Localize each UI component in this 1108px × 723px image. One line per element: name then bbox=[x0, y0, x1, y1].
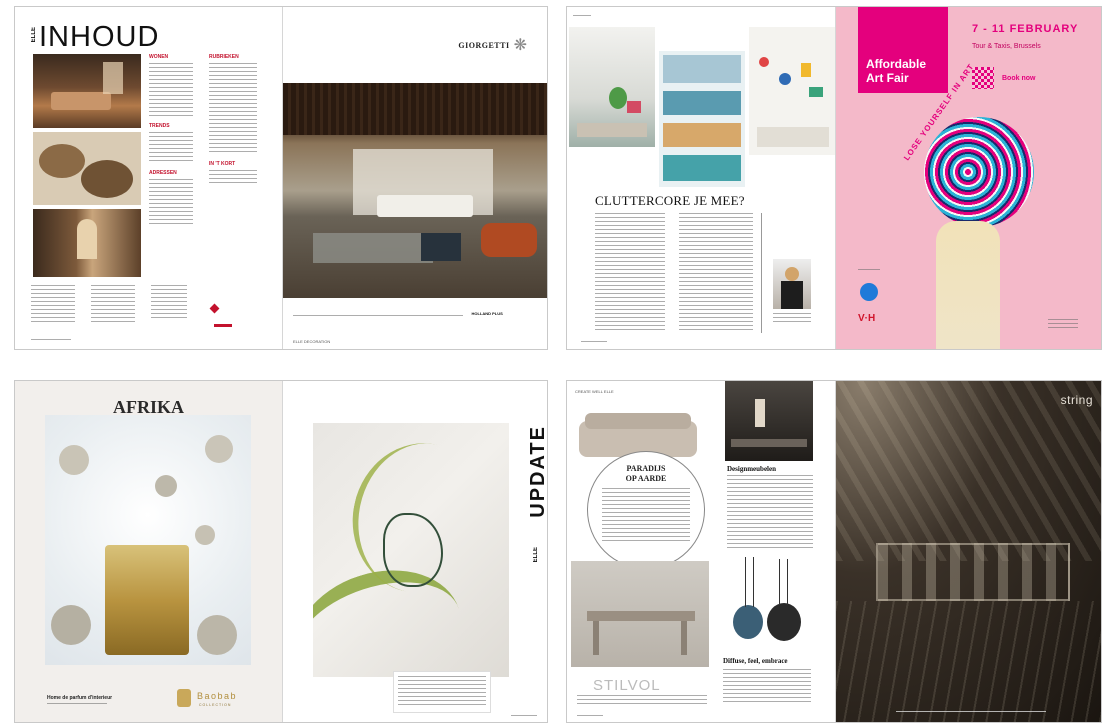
inhoud-page: ELLE INHOUD WONEN TRENDS ADRESSEN RUBRIE… bbox=[15, 7, 282, 349]
aaf-venue: Tour & Taxis, Brussels bbox=[972, 43, 1041, 50]
update-brand: ELLE bbox=[533, 547, 539, 563]
update-page: UPDATE ELLE bbox=[283, 381, 548, 722]
branches-foreground bbox=[836, 601, 1101, 722]
diffuser-photo bbox=[719, 557, 813, 653]
designmeubelen-title: Designmeubelen bbox=[727, 465, 776, 473]
ad-footer: ELLE DECORATION bbox=[293, 339, 331, 344]
giorgetti-ad-page: GIORGETTI ❋ HOLLAND PLUS ELLE DECORATION bbox=[283, 7, 547, 349]
spread-update[interactable]: AFRIKA Home de parfum d'interieur Baobab… bbox=[14, 380, 548, 723]
spread-string[interactable]: CREATE WELL ELLE PARADIJS OP AARDE Desig… bbox=[566, 380, 1102, 723]
publisher-logo bbox=[209, 299, 241, 328]
baobab-tagline: Home de parfum d'interieur bbox=[47, 695, 113, 701]
article-text-col1 bbox=[595, 213, 665, 331]
affordable-art-fair-ad: Affordable Art Fair 7 - 11 FEBRUARY Tour… bbox=[836, 7, 1101, 349]
baobab-ad-page: AFRIKA Home de parfum d'interieur Baobab… bbox=[15, 381, 282, 722]
update-title: UPDATE bbox=[527, 425, 548, 518]
inhoud-title: INHOUD bbox=[39, 21, 160, 53]
baobab-brand: Baobab bbox=[197, 691, 238, 701]
cluttercore-headline: CLUTTERCORE JE MEE? bbox=[595, 193, 745, 208]
dining-table-photo bbox=[571, 561, 709, 667]
section-adressen: ADRESSEN bbox=[149, 170, 177, 176]
snowflake-icon: ❋ bbox=[513, 37, 527, 54]
paradijs-circle: PARADIJS OP AARDE bbox=[587, 451, 705, 569]
book-now-button[interactable]: Book now bbox=[1002, 75, 1035, 82]
partner-logo-blue bbox=[860, 283, 878, 301]
shelving-letters-shape bbox=[876, 543, 1070, 601]
spiral-artwork bbox=[924, 117, 1034, 227]
tables-photo bbox=[33, 132, 141, 205]
section-label: CREATE WELL ELLE bbox=[575, 389, 614, 394]
interior-arch-photo bbox=[33, 209, 141, 277]
light-rays bbox=[836, 381, 1101, 561]
baobab-brand-sub: COLLECTION bbox=[199, 703, 232, 707]
cluttercore-page: CLUTTERCORE JE MEE? bbox=[567, 7, 835, 349]
shelves-photo bbox=[659, 51, 745, 187]
colophon-text-2 bbox=[91, 285, 135, 325]
colophon-text bbox=[31, 285, 75, 325]
section-in-t-kort: IN 'T KORT bbox=[209, 161, 236, 167]
stilvol-title: STILVOL bbox=[593, 677, 661, 694]
aaf-logo-box: Affordable Art Fair bbox=[858, 7, 948, 93]
ad-caption-line: HOLLAND PLUS bbox=[293, 302, 539, 317]
artwork-holder-figure bbox=[936, 221, 1000, 349]
aaf-dates: 7 - 11 FEBRUARY bbox=[972, 23, 1079, 35]
designmeubelen-text bbox=[727, 475, 813, 549]
partner-logo-vh: V·H bbox=[858, 313, 876, 324]
author-portrait bbox=[773, 259, 811, 309]
section-trends: TRENDS bbox=[149, 123, 170, 129]
spread-cluttercore[interactable]: CLUTTERCORE JE MEE? Affordable Art Fair … bbox=[566, 6, 1102, 350]
living-room-photo bbox=[33, 54, 141, 128]
pegboard-photo bbox=[749, 27, 835, 155]
string-ad-page: string bbox=[836, 381, 1101, 722]
diffuse-title: Diffuse, feel, embrace bbox=[723, 657, 788, 665]
spread-inhoud[interactable]: ELLE INHOUD WONEN TRENDS ADRESSEN RUBRIE… bbox=[14, 6, 548, 350]
baobab-emblem-icon bbox=[177, 689, 191, 707]
giorgetti-logo: GIORGETTI ❋ bbox=[458, 37, 527, 54]
qr-code-icon bbox=[972, 67, 994, 89]
colorful-room-photo bbox=[569, 27, 655, 147]
update-caption-box bbox=[393, 671, 491, 713]
elle-vertical-label: ELLE bbox=[31, 27, 37, 43]
fireplace-photo bbox=[725, 381, 813, 461]
section-wonen: WONEN bbox=[149, 54, 169, 60]
candle-bubbles-photo bbox=[45, 415, 251, 665]
article-text-col2 bbox=[679, 213, 753, 331]
page-footer-left bbox=[31, 339, 71, 341]
design-furniture-page: CREATE WELL ELLE PARADIJS OP AARDE Desig… bbox=[567, 381, 835, 722]
giorgetti-interior-photo bbox=[283, 83, 547, 298]
colophon-text-3 bbox=[151, 285, 187, 319]
section-rubrieken: RUBRIEKEN bbox=[209, 54, 239, 60]
grass-sculpture-photo bbox=[313, 423, 509, 677]
